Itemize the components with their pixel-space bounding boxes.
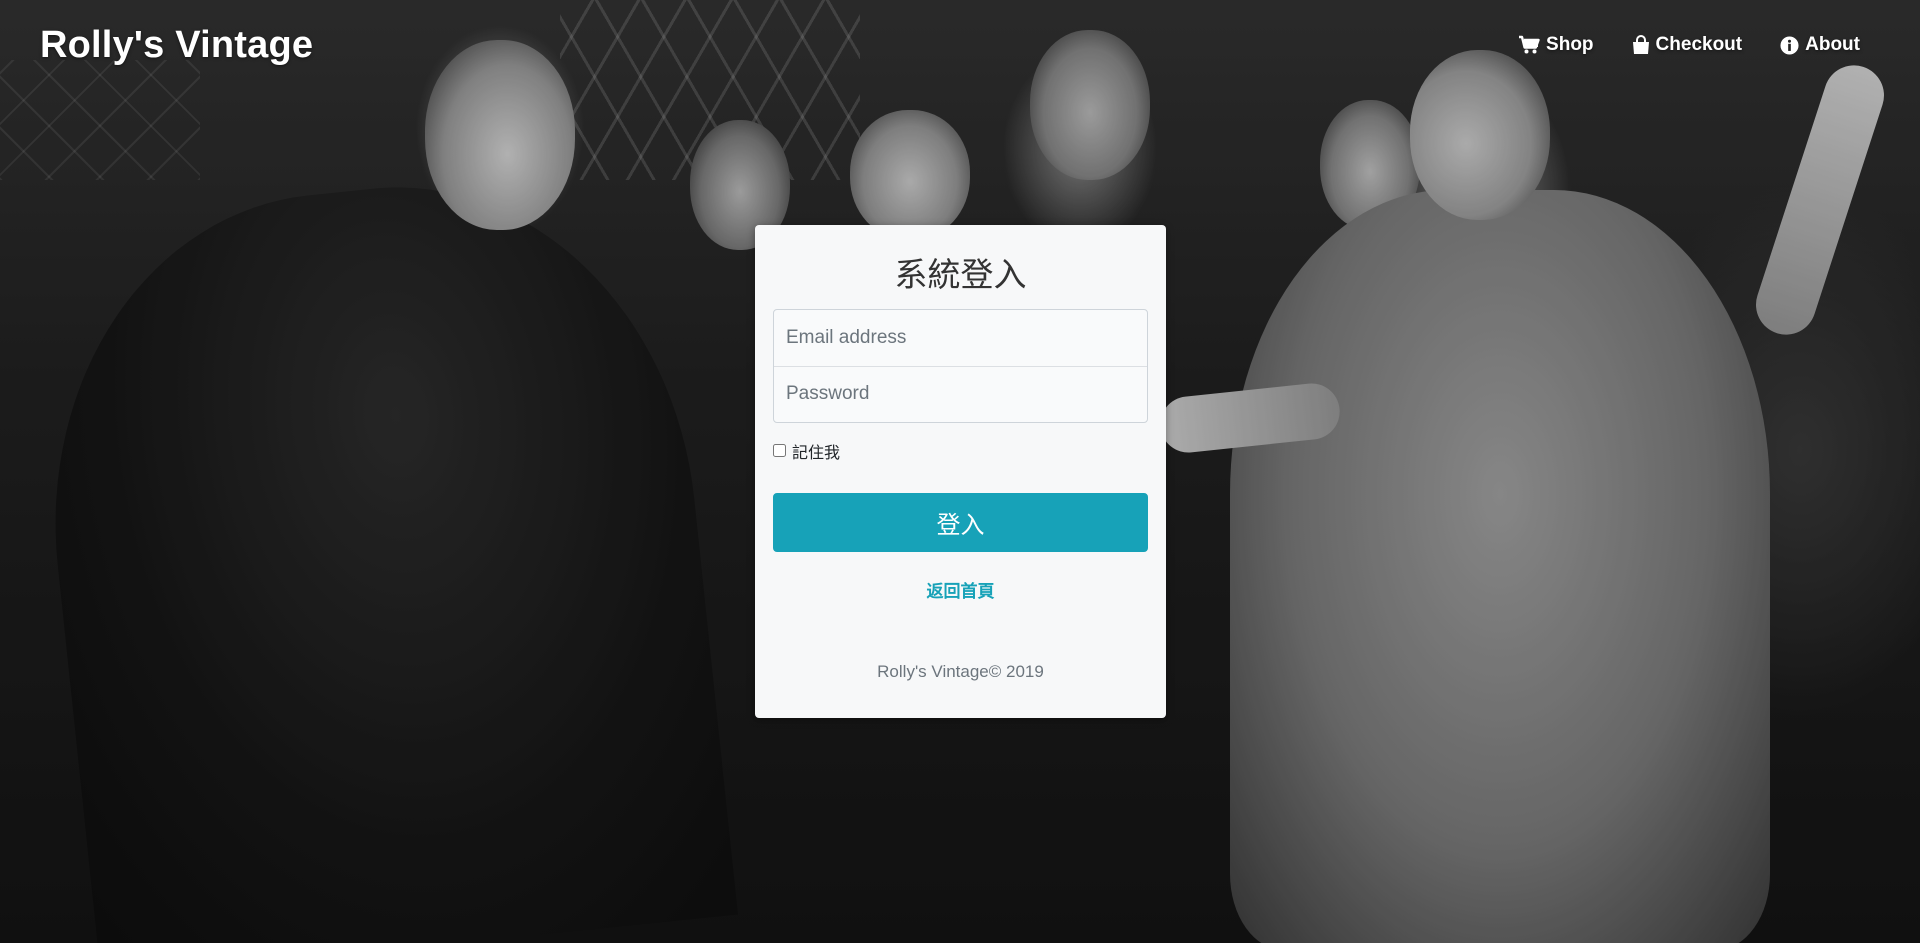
navbar: Rolly's Vintage Shop Checkout About [0,0,1920,90]
nav-links: Shop Checkout About [1518,34,1860,56]
remember-me-label: 記住我 [792,442,841,462]
nav-link-checkout[interactable]: Checkout [1632,34,1743,56]
shopping-cart-icon [1518,35,1540,55]
nav-link-shop[interactable]: Shop [1518,34,1594,56]
info-circle-icon [1780,35,1799,55]
shopping-bag-icon [1632,35,1650,55]
nav-link-label: About [1805,34,1860,55]
remember-me[interactable]: 記住我 [773,439,1148,463]
nav-link-about[interactable]: About [1780,34,1860,56]
page: Rolly's Vintage Shop Checkout About 系統登入… [0,0,1920,943]
password-input[interactable] [774,365,1147,422]
remember-me-checkbox[interactable] [773,444,786,458]
copyright-text: Rolly's Vintage© 2019 [877,661,1044,681]
nav-link-label: Shop [1546,34,1594,55]
login-title: 系統登入 [894,255,1027,294]
nav-link-label: Checkout [1655,34,1743,55]
brand-link[interactable]: Rolly's Vintage [40,24,313,67]
back-to-home-link[interactable]: 返回首頁 [773,577,1148,602]
login-button[interactable]: 登入 [773,492,1148,552]
credentials-group [773,308,1148,423]
login-card: 系統登入 記住我 登入 返回首頁 Rolly's Vintage© 2019 [755,225,1166,718]
email-input[interactable] [774,309,1147,366]
